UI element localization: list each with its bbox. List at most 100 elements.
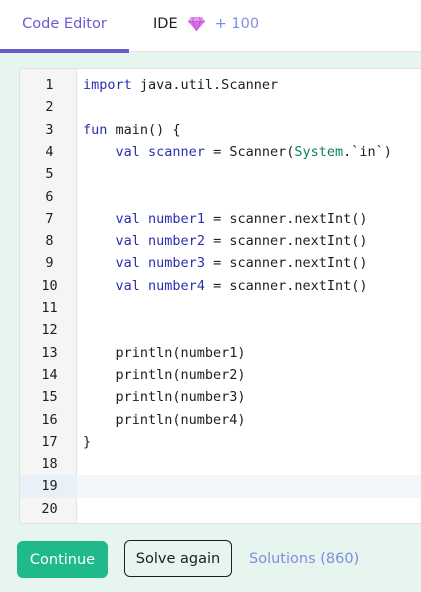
line-number: 5 <box>45 166 54 183</box>
code-token: number1 <box>148 210 205 227</box>
code-token: val <box>115 277 140 294</box>
code-token: val <box>115 255 140 272</box>
line-number: 14 <box>41 366 58 383</box>
code-token: println(number2) <box>83 366 246 383</box>
code-text: println(number3) <box>83 386 246 408</box>
code-token: val <box>115 210 140 227</box>
line-number: 4 <box>45 143 54 160</box>
tab-code-editor[interactable]: Code Editor <box>0 0 129 53</box>
line-number: 13 <box>41 344 58 361</box>
active-tab-indicator <box>0 49 129 53</box>
code-line[interactable]: 20 <box>20 498 421 520</box>
code-text: println(number4) <box>83 409 246 431</box>
code-token: } <box>83 433 92 450</box>
code-token: = Scanner( <box>204 143 295 160</box>
code-line[interactable]: 1 import java.util.Scanner <box>20 74 421 96</box>
code-line[interactable]: 14 println(number2) <box>20 364 421 386</box>
code-line[interactable]: 4 val scanner = Scanner(System.`in`) <box>20 141 421 163</box>
action-bar: Continue Solve again Solutions (860) <box>0 524 421 592</box>
code-text: println(number2) <box>83 364 246 386</box>
code-token: number2 <box>148 233 205 250</box>
code-line[interactable]: 7 val number1 = scanner.nextInt() <box>20 208 421 230</box>
code-text: val number2 = scanner.nextInt() <box>83 230 368 252</box>
line-number: 17 <box>41 433 58 450</box>
ide-bonus-points: + 100 <box>214 16 260 32</box>
line-number: 8 <box>45 233 54 250</box>
gem-icon <box>187 16 205 33</box>
code-text: val scanner = Scanner(System.`in`) <box>83 141 392 163</box>
code-line[interactable]: 10 val number4 = scanner.nextInt() <box>20 275 421 297</box>
code-token: scanner <box>148 143 205 160</box>
code-token: fun <box>83 121 108 138</box>
code-line[interactable]: 9 val number3 = scanner.nextInt() <box>20 252 421 274</box>
line-number: 15 <box>41 389 58 406</box>
line-number: 12 <box>41 322 58 339</box>
code-token: = scanner.nextInt() <box>204 210 368 227</box>
code-line[interactable]: 18 <box>20 453 421 475</box>
code-line[interactable]: 8 val number2 = scanner.nextInt() <box>20 230 421 252</box>
continue-button[interactable]: Continue <box>17 541 108 578</box>
line-number: 7 <box>45 210 54 227</box>
code-text: val number4 = scanner.nextInt() <box>83 275 368 297</box>
line-number: 9 <box>45 255 54 272</box>
code-token: println(number4) <box>83 411 246 428</box>
code-text: println(number1) <box>83 342 246 364</box>
code-token: = scanner.nextInt() <box>204 233 368 250</box>
solve-again-button[interactable]: Solve again <box>124 540 232 577</box>
line-number: 3 <box>45 121 54 138</box>
line-number: 18 <box>41 456 58 473</box>
code-line[interactable]: 15 println(number3) <box>20 386 421 408</box>
solutions-link[interactable]: Solutions (860) <box>249 540 359 577</box>
code-token: println(number1) <box>83 344 246 361</box>
code-editor[interactable]: 1 import java.util.Scanner 2 3 fun main() {4… <box>19 68 421 524</box>
line-number: 6 <box>45 188 54 205</box>
editor-tabs: Code Editor IDE + 100 <box>0 0 421 53</box>
code-line[interactable]: 17} <box>20 431 421 453</box>
code-line[interactable]: 11 <box>20 297 421 319</box>
tab-code-editor-label: Code Editor <box>22 16 107 32</box>
code-text: fun main() { <box>83 119 181 141</box>
tab-ide[interactable]: IDE + 100 <box>153 0 259 52</box>
line-number: 19 <box>20 475 77 498</box>
code-line[interactable]: 2 <box>20 96 421 118</box>
line-number: 16 <box>41 411 58 428</box>
code-text: val number1 = scanner.nextInt() <box>83 208 368 230</box>
code-token: println(number3) <box>83 389 246 406</box>
code-line[interactable]: 16 println(number4) <box>20 409 421 431</box>
line-number: 10 <box>41 277 58 294</box>
code-line[interactable]: 12 <box>20 319 421 341</box>
line-number: 20 <box>41 500 58 517</box>
code-text: } <box>83 431 91 453</box>
code-token: main() { <box>107 121 181 138</box>
code-token: number4 <box>148 277 205 294</box>
tab-ide-label: IDE <box>153 16 178 32</box>
code-token: number3 <box>148 255 205 272</box>
code-token: = scanner.nextInt() <box>204 277 368 294</box>
code-line[interactable]: 19 <box>20 475 421 498</box>
code-line[interactable]: 3 fun main() { <box>20 119 421 141</box>
code-token: .`in`) <box>343 143 392 160</box>
line-number: 11 <box>41 300 58 316</box>
code-token: = scanner.nextInt() <box>204 255 368 272</box>
code-line[interactable]: 13 println(number1) <box>20 342 421 364</box>
code-token: import <box>83 77 132 93</box>
code-token: java.util.Scanner <box>131 77 279 93</box>
code-token: val <box>115 233 140 250</box>
code-line[interactable]: 5 <box>20 163 421 185</box>
code-line[interactable]: 6 <box>20 186 421 208</box>
code-token: val <box>115 143 140 160</box>
code-text: import java.util.Scanner <box>83 74 278 96</box>
line-number: 2 <box>45 99 54 116</box>
code-token: System <box>294 143 344 160</box>
code-text: val number3 = scanner.nextInt() <box>83 252 368 274</box>
